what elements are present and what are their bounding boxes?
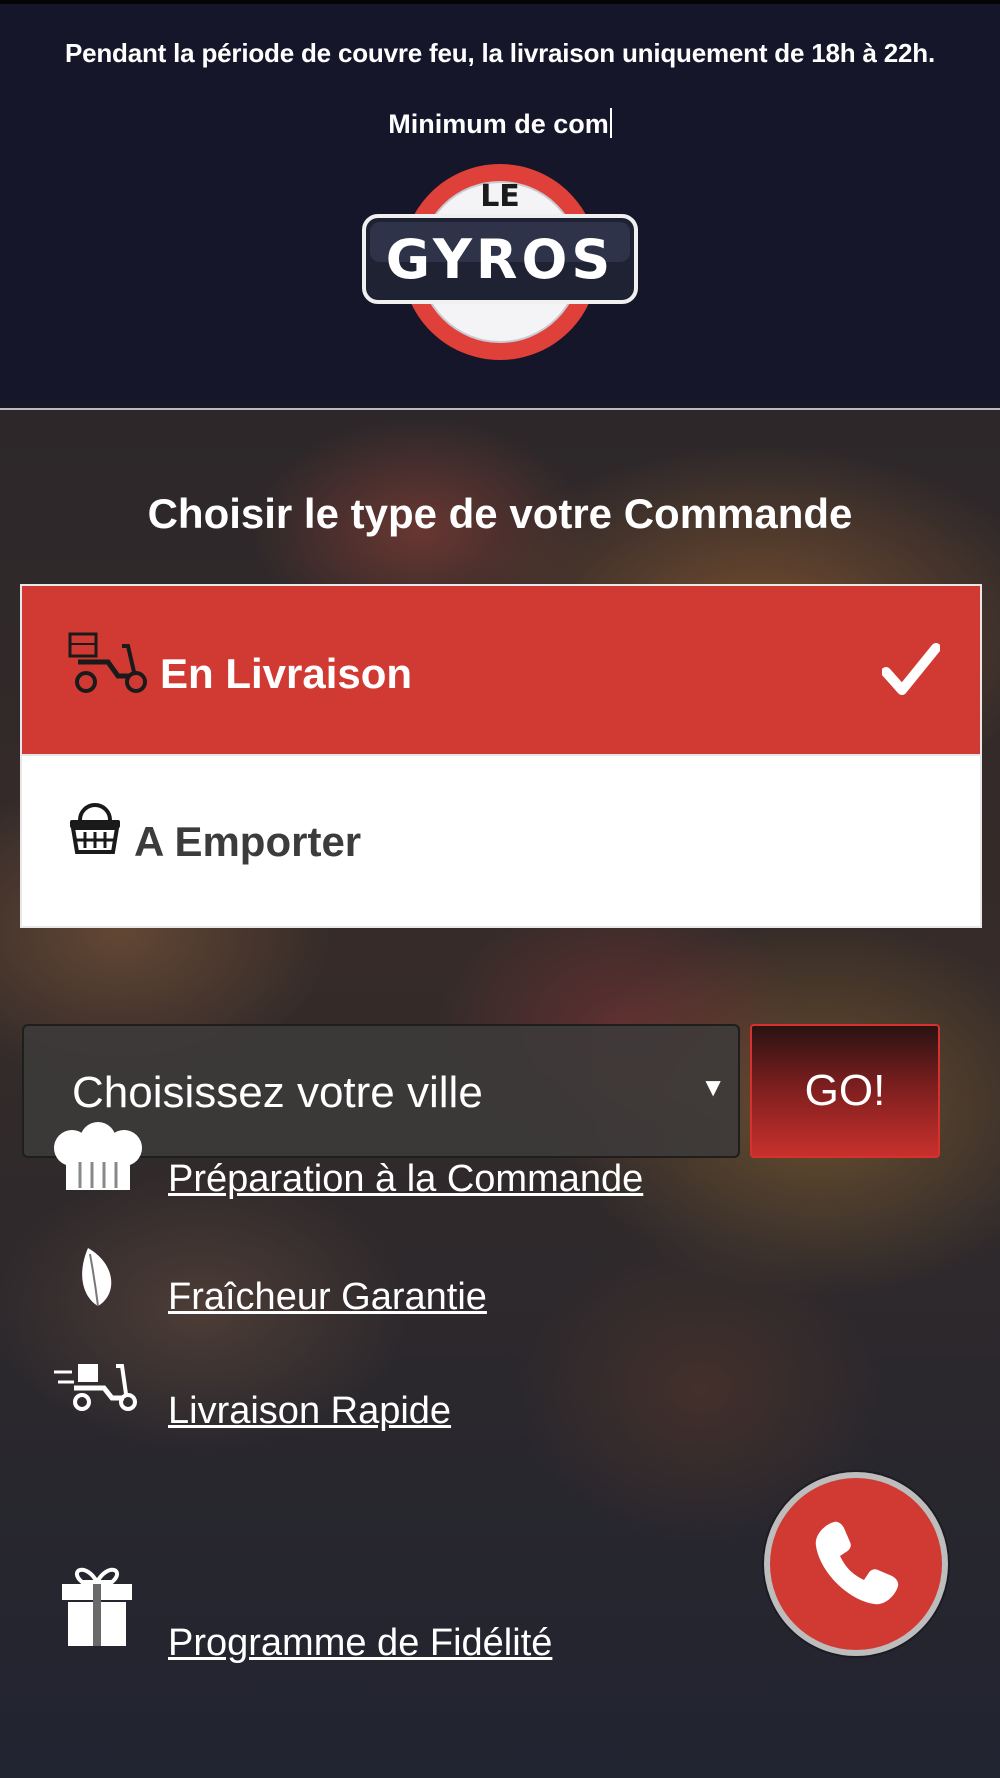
feature-preparation-link[interactable]: Préparation à la Commande [168, 1158, 643, 1201]
chef-hat-icon [50, 1122, 146, 1197]
leaf-icon [76, 1246, 116, 1315]
gift-icon [60, 1560, 134, 1653]
feature-freshness: Fraîcheur Garantie [0, 1246, 760, 1346]
fast-scooter-icon [54, 1360, 144, 1417]
header-bar: Pendant la période de couvre feu, la liv… [0, 0, 1000, 408]
city-select-value: Choisissez votre ville [72, 1068, 483, 1117]
order-type-title: Choisir le type de votre Commande [147, 490, 853, 537]
call-button[interactable] [764, 1472, 948, 1656]
hero-section: Choisir le type de votre Commande En Liv… [0, 408, 1000, 1778]
order-type-selector: En Livraison A Emporter [20, 584, 982, 928]
option-takeaway-label: A Emporter [134, 818, 362, 865]
option-delivery-label: En Livraison [160, 650, 413, 697]
feature-freshness-link[interactable]: Fraîcheur Garantie [168, 1276, 487, 1319]
dropdown-arrow-icon: ▼ [700, 1072, 726, 1102]
option-takeaway[interactable]: A Emporter [22, 756, 980, 926]
ticker-text: Minimum de com [388, 109, 609, 139]
ticker-caret [609, 108, 612, 138]
checkmark-icon [881, 642, 941, 703]
minimum-order-ticker: Minimum de com [0, 108, 1000, 140]
feature-preparation: Préparation à la Commande [0, 1122, 760, 1222]
feature-loyalty: Programme de Fidélité [0, 1568, 760, 1672]
scooter-delivery-icon [68, 632, 150, 699]
option-delivery[interactable]: En Livraison [22, 586, 980, 756]
logo-text-le: LE [480, 179, 520, 214]
logo-text-gyros: GYROS [386, 228, 615, 291]
curfew-notice: Pendant la période de couvre feu, la liv… [64, 38, 936, 68]
basket-icon [68, 802, 122, 861]
site-logo[interactable]: LE GYROS [362, 152, 638, 372]
feature-fast-delivery: Livraison Rapide [0, 1360, 760, 1460]
feature-loyalty-link[interactable]: Programme de Fidélité [168, 1622, 552, 1665]
go-button[interactable]: GO! [750, 1024, 940, 1158]
feature-fast-delivery-link[interactable]: Livraison Rapide [168, 1390, 451, 1433]
